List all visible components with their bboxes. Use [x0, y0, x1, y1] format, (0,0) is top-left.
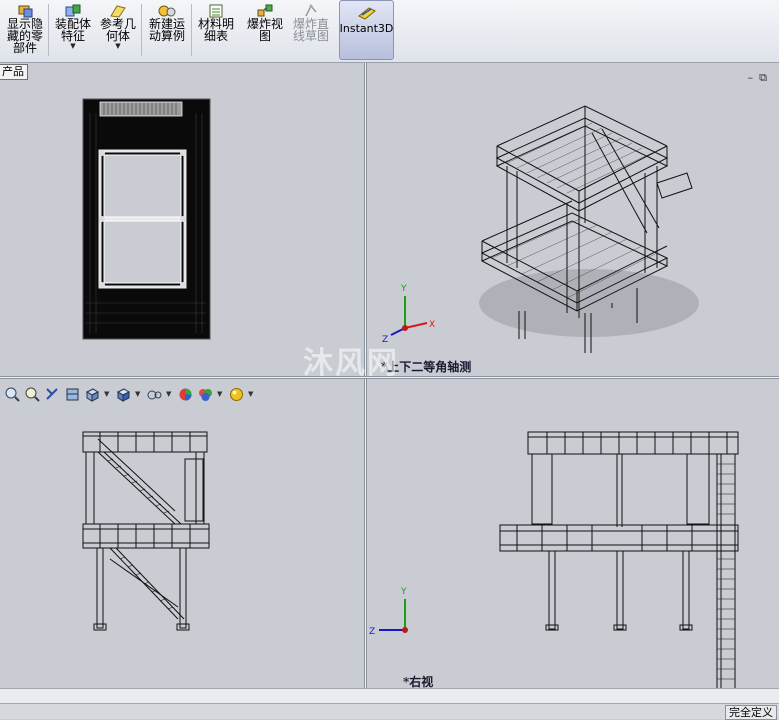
toolbar-separator — [141, 4, 142, 56]
coordinate-triad: Y X Z — [382, 284, 435, 345]
new-motion-study-button[interactable]: 新建运 动算例 — [145, 2, 189, 58]
svg-text:X: X — [429, 320, 435, 330]
svg-text:Y: Y — [400, 587, 407, 597]
toolbar-separator — [191, 4, 192, 56]
show-hidden-components-button[interactable]: 显示隐 藏的零 部件 — [3, 2, 47, 58]
front-view-drawing — [82, 431, 210, 631]
viewport-top-left[interactable]: 产品 — [0, 63, 364, 376]
toolbar-separator — [48, 4, 49, 56]
assembly-features-button[interactable]: 装配体 特征 ▼ — [51, 2, 95, 58]
viewport-bottom-right[interactable]: Y Z *右视 — [367, 379, 779, 688]
explode-line-sketch-icon — [305, 4, 317, 17]
bill-of-materials-icon — [209, 4, 223, 18]
top-view-drawing — [82, 98, 211, 340]
svg-text:Z: Z — [369, 627, 375, 637]
right-view-drawing: Y Z — [369, 431, 739, 688]
svg-text:Y: Y — [400, 284, 407, 294]
dropdown-arrow-icon[interactable]: ▼ — [115, 42, 120, 50]
explode-line-sketch-button[interactable]: 爆炸直 线草图 — [289, 2, 333, 58]
exploded-view-icon — [257, 4, 273, 17]
reference-geometry-button[interactable]: 参考几 何体 ▼ — [96, 2, 140, 58]
instant3d-icon — [357, 7, 376, 20]
instant3d-button[interactable]: Instant3D — [339, 0, 394, 60]
tb-label: 爆炸直 线草图 — [292, 17, 329, 43]
viewport-bottom-left[interactable]: ▼ ▼ ▼ ▼ ▼ — [0, 379, 364, 688]
tb-label: 新建运 动算例 — [148, 17, 185, 43]
instant3d-label: Instant3D — [339, 22, 394, 35]
watermark: 沐风网 — [303, 346, 399, 381]
reference-geometry-icon — [110, 5, 126, 18]
isometric-view-drawing: Y X Z — [382, 105, 699, 353]
show-hidden-components-icon — [18, 5, 33, 18]
coordinate-triad: Y Z — [369, 587, 408, 637]
tb-label: 材料明 细表 — [197, 17, 234, 43]
view-name-label: *右视 — [403, 675, 434, 688]
assembly-features-icon — [65, 4, 81, 17]
tb-label: 参考几 何体 — [99, 17, 136, 43]
command-manager-toolbar: 显示隐 藏的零 部件 装配体 特征 ▼ 参考几 何体 ▼ 新建运 动算例 材料明… — [0, 0, 779, 63]
status-bar: 完全定义 — [0, 703, 779, 720]
viewport-top-right[interactable]: –⧉ Y X Z *上下二等角轴测 — [367, 63, 779, 376]
bill-of-materials-button[interactable]: 材料明 细表 — [194, 2, 238, 58]
new-motion-study-icon — [158, 5, 176, 17]
tb-label: 显示隐 藏的零 部件 — [6, 17, 43, 55]
tb-label: 爆炸视 图 — [246, 17, 283, 43]
exploded-view-button[interactable]: 爆炸视 图 — [243, 2, 287, 58]
tb-label: 装配体 特征 — [54, 17, 91, 43]
dropdown-arrow-icon[interactable]: ▼ — [70, 42, 75, 50]
horizontal-scrollbar[interactable] — [0, 688, 779, 703]
